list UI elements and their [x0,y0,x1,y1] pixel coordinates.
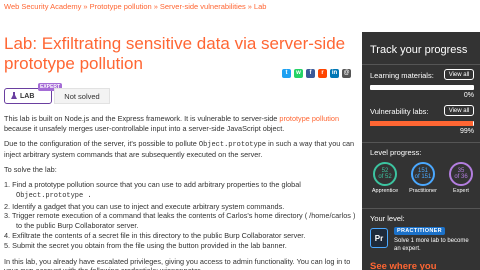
divider [362,64,480,65]
practitioner-level-icon: Pr [370,228,388,248]
labs-progress-fill [370,121,473,126]
divider [362,208,480,209]
email-icon[interactable]: @ [342,69,351,78]
whatsapp-icon[interactable]: w [294,69,303,78]
config-paragraph: Due to the configuration of the server, … [4,139,356,161]
practitioner-label: Practitioner [409,188,437,194]
learning-materials-label: Learning materials: [370,71,434,80]
config-text: Due to the configuration of the server, … [4,138,199,148]
lab-status-row: LAB EXPERT Not solved [4,83,114,104]
step-code: Object.prototype . [16,191,92,200]
your-level-label: Your level: [370,214,405,223]
labs-progress-bar [370,121,474,126]
facebook-icon[interactable]: f [306,69,315,78]
prototype-pollution-link[interactable]: prototype pollution [279,114,339,123]
breadcrumb-lab[interactable]: Lab [254,2,267,11]
page-title: Lab: Exfiltrating sensitive data via ser… [4,34,346,73]
linkedin-icon[interactable]: in [330,69,339,78]
flask-icon [11,92,17,100]
learning-progress-bar [370,85,474,90]
expert-progress[interactable]: 35 of 36 Expert [444,162,478,194]
lab-description: This lab is built on Node.js and the Exp… [4,114,356,270]
breadcrumb-separator: » [153,2,158,11]
main-content: Web Security Academy» Prototype pollution… [0,0,362,270]
apprentice-total: of 52 [378,174,392,180]
expert-label: Expert [453,188,469,194]
share-bar: t w f r in @ [282,69,351,78]
status-badge: Not solved [54,88,110,104]
expert-total: of 36 [454,174,468,180]
sidebar-heading: Track your progress [370,44,468,56]
apprentice-label: Apprentice [371,188,399,194]
divider [362,142,480,143]
breadcrumb-prototype-pollution[interactable]: Prototype pollution [90,2,152,11]
step-item: Object.prototype . [4,190,356,202]
labs-view-all-button[interactable]: View all [444,105,474,116]
twitter-icon[interactable]: t [282,69,291,78]
step-item: 2. Identify a gadget that you can use to… [4,201,285,211]
step-item: 5. Submit the secret you obtain from the… [4,240,287,250]
progress-sidebar: Track your progress Learning materials: … [362,32,480,270]
breadcrumb-separator: » [247,2,252,11]
breadcrumb-separator: » [83,2,88,11]
learning-percent: 0% [463,92,474,99]
footer-paragraph: In this lab, you already have escalated … [4,256,351,270]
reddit-icon[interactable]: r [318,69,327,78]
practitioner-ring: 151 of 151 [411,162,435,186]
level-progress-label: Level progress: [370,148,422,157]
learning-view-all-button[interactable]: View all [444,69,474,80]
current-level-badge: PRACTITIONER [394,227,445,235]
apprentice-progress[interactable]: 52 of 52 Apprentice [368,162,402,194]
see-where-you-link[interactable]: See where you [370,261,437,270]
solve-heading: To solve the lab: [4,165,57,175]
practitioner-total: of 151 [414,174,432,180]
level-circles: 52 of 52 Apprentice 151 of 151 Practitione… [368,162,478,194]
labs-percent: 99% [459,128,474,135]
steps-list: 1. Find a prototype pollution source tha… [4,180,356,251]
intro-paragraph: This lab is built on Node.js and the Exp… [4,114,356,134]
practitioner-progress[interactable]: 151 of 151 Practitioner [406,162,440,194]
step-item: 3. Trigger remote execution of a command… [4,211,356,221]
step-item: to the public Burp Collaborator server. [16,221,139,231]
breadcrumb-server-side[interactable]: Server-side vulnerabilities [160,2,246,11]
vulnerability-labs-label: Vulnerability labs: [370,107,429,116]
intro-text-end: because it unsafely merges user-controll… [4,123,285,133]
next-level-text: Solve 1 more lab to become an expert. [394,238,469,252]
step-item: 4. Exfiltrate the contents of a secret f… [4,230,306,240]
intro-text: This lab is built on Node.js and the Exp… [4,114,280,123]
expert-ring: 35 of 36 [449,162,473,186]
breadcrumb: Web Security Academy» Prototype pollution… [4,2,266,11]
lab-badge-label: LAB [20,92,35,100]
apprentice-ring: 52 of 52 [373,162,397,186]
object-prototype-code: Object.prototype [198,140,267,149]
breadcrumb-academy[interactable]: Web Security Academy [4,2,81,11]
step-item: 1. Find a prototype pollution source tha… [4,179,301,189]
